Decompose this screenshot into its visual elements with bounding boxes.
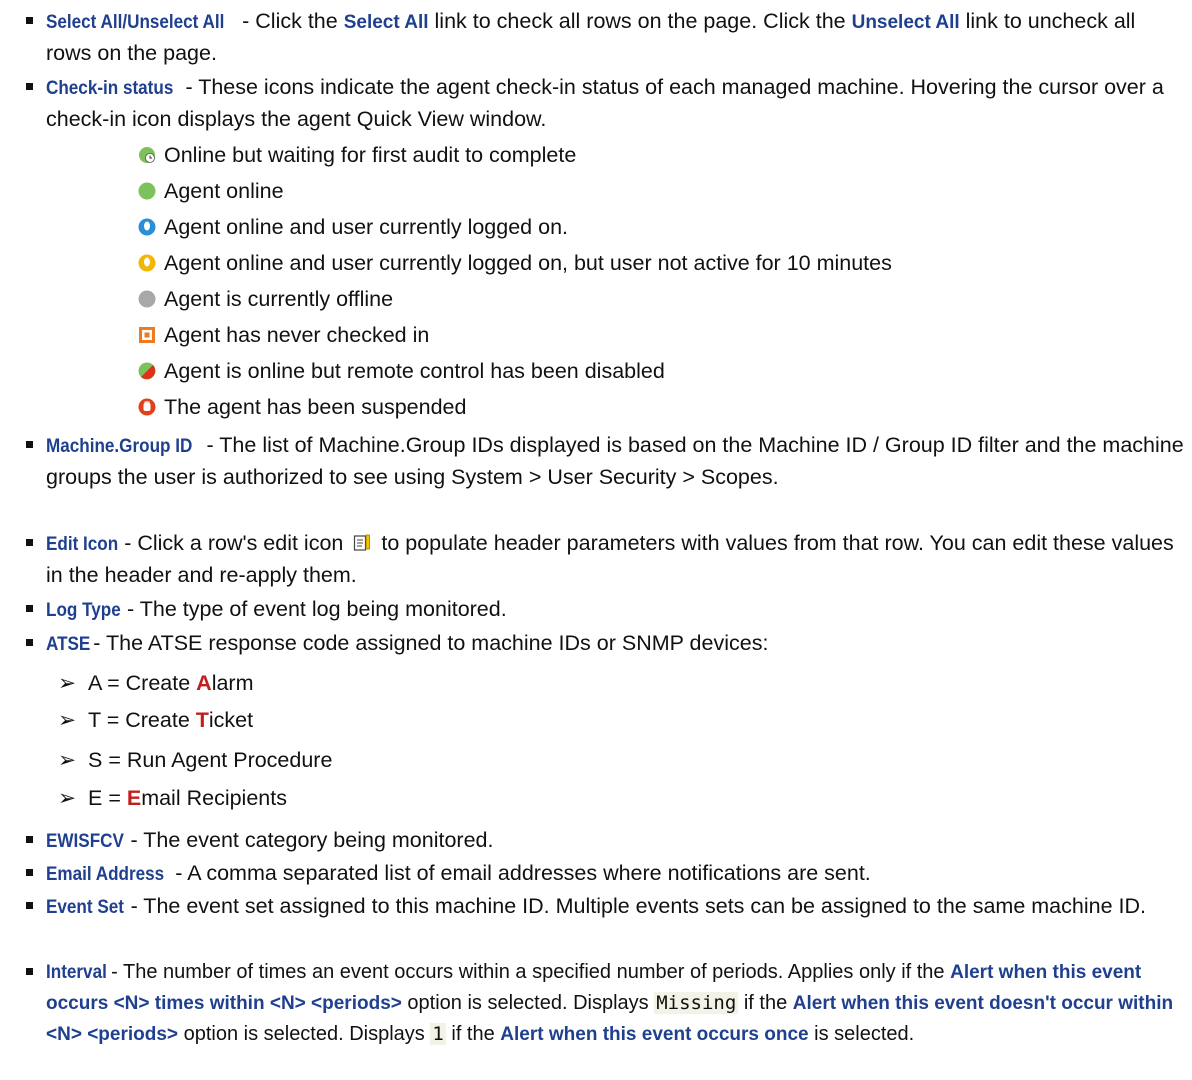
bullet-marker bbox=[26, 83, 33, 90]
yellow-user-icon bbox=[138, 254, 156, 272]
blue-user-icon bbox=[138, 218, 156, 236]
status-label: Agent online and user currently logged o… bbox=[164, 251, 892, 275]
atse-code-text: S = Run Agent Procedure bbox=[88, 748, 333, 772]
option-name: Alert when this event occurs once bbox=[500, 1024, 809, 1045]
desc-text: - The event set assigned to this machine… bbox=[124, 894, 1146, 918]
arrow-bullet-icon: ➢ bbox=[58, 748, 77, 772]
bullet-marker bbox=[26, 17, 33, 24]
desc-text: - A comma separated list of email addres… bbox=[169, 861, 871, 885]
arrow-bullet-icon: ➢ bbox=[58, 671, 77, 695]
atse-code-highlight: A bbox=[196, 671, 212, 695]
edit-icon bbox=[354, 534, 371, 551]
status-label: Agent has never checked in bbox=[164, 323, 430, 347]
term-interval: Interval bbox=[46, 962, 107, 983]
desc-text: is selected. bbox=[808, 1023, 915, 1045]
atse-code-item: ➢ E = Email Recipients bbox=[58, 780, 287, 816]
arrow-bullet-icon: ➢ bbox=[58, 786, 77, 810]
term-ewisfcv: EWISFCV bbox=[46, 831, 124, 852]
atse-code-item: ➢ T = Create Ticket bbox=[58, 702, 253, 738]
atse-code-highlight: E bbox=[126, 786, 142, 810]
atse-code-highlight: T bbox=[195, 708, 209, 732]
code-value: Missing bbox=[654, 992, 739, 1014]
bullet-marker bbox=[26, 869, 33, 876]
desc-text: - The event category being monitored. bbox=[124, 828, 494, 852]
desc-text: - The list of Machine.Group IDs displaye… bbox=[46, 433, 1184, 489]
bullet-marker bbox=[26, 539, 33, 546]
desc-text: - The type of event log being monitored. bbox=[121, 597, 507, 621]
atse-code-text: E = bbox=[88, 786, 127, 810]
bullet-marker bbox=[26, 639, 33, 646]
desc-text: if the bbox=[738, 992, 793, 1014]
bullet-marker bbox=[26, 836, 33, 843]
term-select-all: Select All/Unselect All bbox=[46, 12, 225, 33]
unselect-all-link-ref: Unselect All bbox=[851, 12, 960, 33]
desc-text: if the bbox=[445, 1023, 501, 1045]
desc-text: option is selected. Displays bbox=[401, 992, 655, 1014]
desc-text: - The number of times an event occurs wi… bbox=[105, 961, 951, 983]
status-label: Agent is online but remote control has b… bbox=[164, 359, 665, 383]
red-green-split-icon bbox=[138, 362, 156, 380]
term-machine-group-id: Machine.Group ID bbox=[46, 436, 193, 457]
bullet-marker bbox=[26, 902, 33, 909]
status-label: Agent online bbox=[164, 179, 284, 203]
desc-text: - Click a row's edit icon bbox=[118, 531, 350, 555]
atse-code-text: mail Recipients bbox=[141, 786, 287, 810]
atse-code-text: icket bbox=[208, 708, 254, 732]
atse-code-text: A = Create bbox=[88, 671, 197, 695]
term-log-type: Log Type bbox=[46, 600, 121, 621]
atse-code-item: ➢ S = Run Agent Procedure bbox=[58, 742, 332, 778]
code-value: 1 bbox=[430, 1023, 446, 1045]
status-label: Online but waiting for first audit to co… bbox=[164, 143, 577, 167]
status-label: Agent online and user currently logged o… bbox=[164, 215, 568, 239]
gray-circle-icon bbox=[138, 290, 156, 308]
desc-text: link to check all rows on the page. Clic… bbox=[428, 9, 852, 33]
term-email-address: Email Address bbox=[46, 864, 165, 885]
orange-square-icon bbox=[139, 327, 155, 343]
green-clock-icon bbox=[139, 147, 155, 163]
select-all-link-ref: Select All bbox=[343, 12, 429, 33]
atse-code-item: ➢ A = Create Alarm bbox=[58, 665, 254, 701]
desc-text: - The ATSE response code assigned to mac… bbox=[87, 631, 769, 655]
bullet-marker bbox=[26, 605, 33, 612]
status-label: Agent is currently offline bbox=[164, 287, 394, 311]
bullet-marker bbox=[26, 441, 33, 448]
atse-code-text: larm bbox=[211, 671, 254, 695]
status-label: The agent has been suspended bbox=[164, 395, 467, 419]
desc-text: - Click the bbox=[236, 9, 344, 33]
term-checkin-status: Check-in status bbox=[46, 78, 174, 99]
term-atse: ATSE bbox=[46, 634, 91, 655]
desc-text: option is selected. Displays bbox=[178, 1023, 431, 1045]
bullet-marker bbox=[26, 968, 33, 975]
term-event-set: Event Set bbox=[46, 897, 124, 918]
green-circle-icon bbox=[138, 182, 156, 200]
desc-text: - These icons indicate the agent check-i… bbox=[46, 75, 1164, 131]
atse-code-text: T = Create bbox=[88, 708, 196, 732]
term-edit-icon: Edit Icon bbox=[46, 534, 119, 555]
red-hand-icon bbox=[138, 398, 156, 416]
arrow-bullet-icon: ➢ bbox=[58, 708, 77, 732]
